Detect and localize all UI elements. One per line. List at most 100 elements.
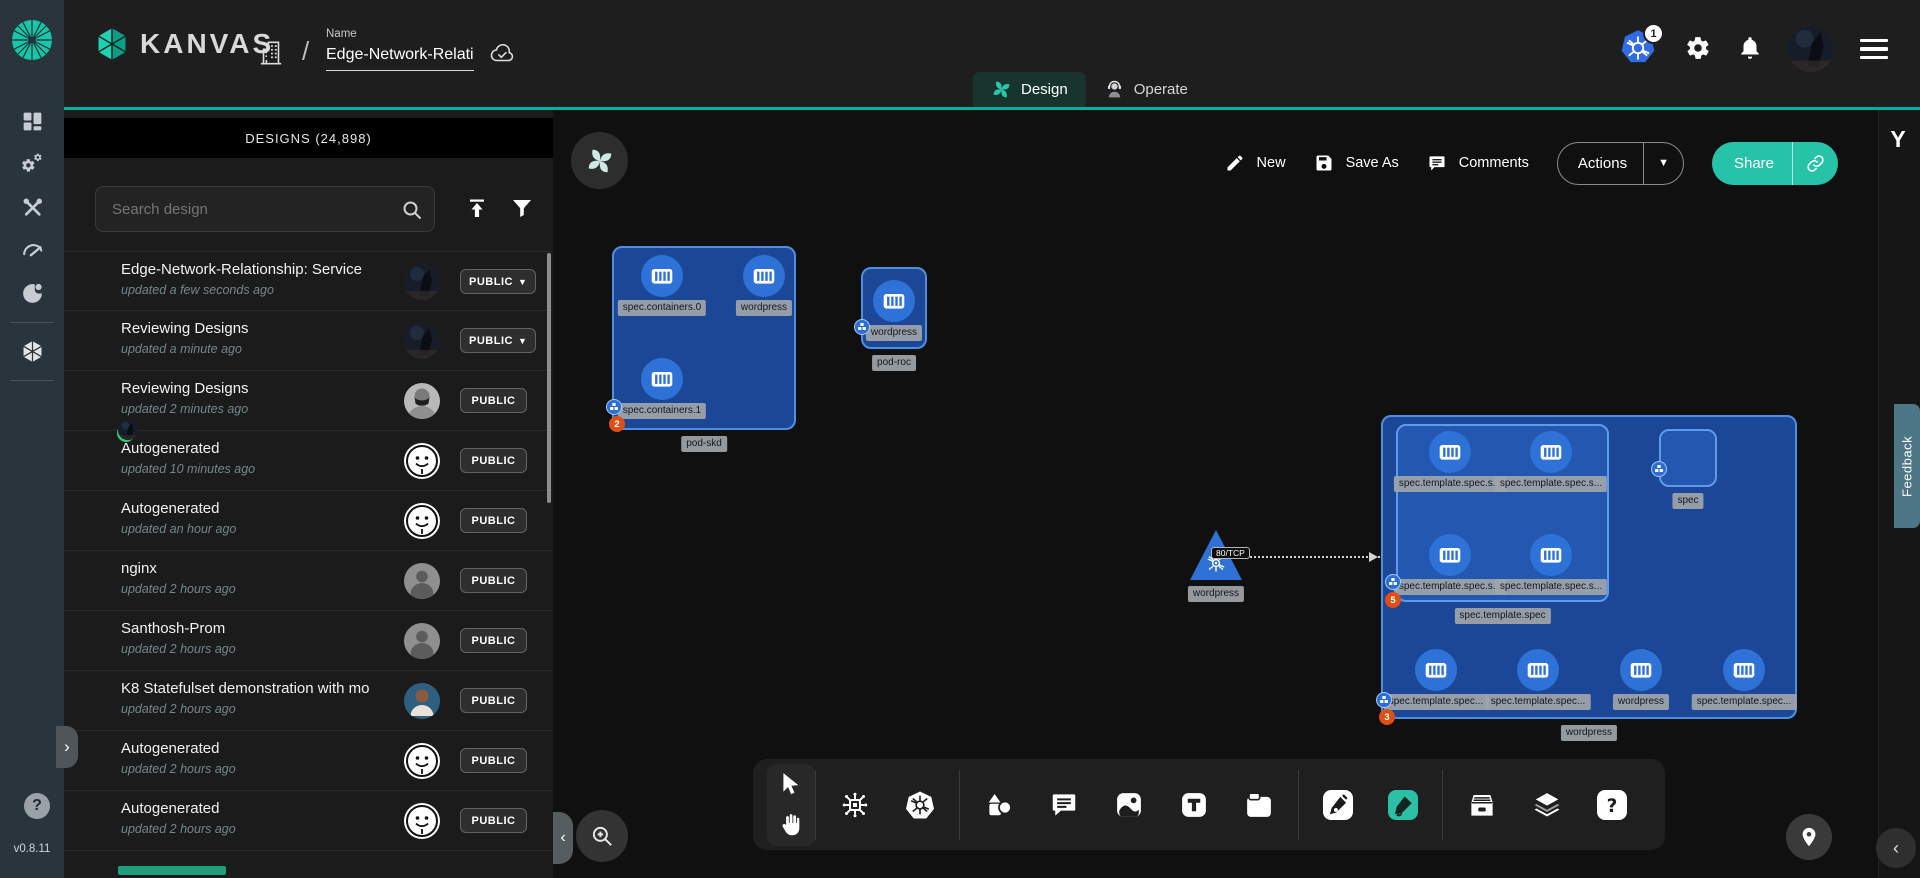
node-group-spec.template.spec[interactable] [1396,424,1609,602]
design-list-item[interactable]: Edge-Network-Relationship: Serviceupdate… [64,251,553,311]
design-list-item[interactable]: Autogeneratedupdated 2 hours agoPUBLIC [64,791,553,851]
draw-tool-button[interactable] [1387,789,1419,821]
save-as-button[interactable]: Save As [1314,153,1399,173]
zoom-in-button[interactable] [576,810,628,862]
component-tool-button[interactable] [839,789,871,821]
design-list-item[interactable]: Autogeneratedupdated 2 hours agoPUBLIC [64,731,553,791]
design-list-item[interactable]: Autogeneratedupdated 10 minutes agoPUBLI… [64,431,553,491]
layers-tool-button[interactable] [1531,789,1563,821]
collapse-panel-button[interactable]: ‹ [553,812,573,864]
help-tool-button[interactable]: ? [1596,789,1628,821]
visibility-badge[interactable]: PUBLIC [460,508,527,533]
expand-sidebar-button[interactable]: › [56,726,78,768]
container-node[interactable] [1429,431,1471,473]
visibility-badge[interactable]: PUBLIC [460,808,527,833]
visibility-badge[interactable]: PUBLIC [460,448,527,473]
import-design-button[interactable] [465,196,490,222]
tab-design[interactable]: Design [973,72,1086,107]
kubernetes-badge-icon[interactable] [1385,574,1401,590]
merge-flow-icon[interactable]: Y [1886,126,1910,154]
list-scrollbar[interactable] [547,253,551,503]
container-node[interactable] [1530,534,1572,576]
menu-button[interactable] [1858,37,1890,62]
sidebar-item-dashboard-icon[interactable] [0,100,64,143]
design-list-item[interactable]: nginxupdated 2 hours agoPUBLIC [64,551,553,611]
kanvas-logo-icon[interactable] [94,26,130,62]
kubernetes-badge-icon[interactable] [854,319,870,335]
design-list-item[interactable]: Santhosh-Promupdated 2 hours agoPUBLIC [64,611,553,671]
visibility-badge[interactable]: PUBLIC [460,748,527,773]
share-button[interactable]: Share [1712,142,1838,185]
new-design-button[interactable]: New [1225,153,1286,173]
sidebar-item-configuration-icon[interactable] [0,186,64,229]
chevron-down-icon[interactable]: ▼ [518,336,527,346]
user-avatar[interactable] [1788,26,1834,72]
sidebar-item-performance-icon[interactable] [0,229,64,272]
design-title: nginx [121,560,391,577]
container-node[interactable] [743,255,785,297]
kubernetes-badge-icon[interactable] [1376,692,1392,708]
settings-button[interactable] [1684,35,1712,63]
issue-count-badge[interactable]: 2 [609,416,625,432]
kubernetes-badge-icon[interactable] [606,399,622,415]
locate-button[interactable] [1786,814,1832,860]
visibility-badge[interactable]: PUBLIC▼ [460,269,536,294]
actions-dropdown-button[interactable]: Actions ▼ [1557,142,1684,185]
container-node[interactable] [1620,649,1662,691]
design-list-item[interactable]: Autogeneratedupdated an hour agoPUBLIC [64,491,553,551]
meshery-logo-icon[interactable] [10,18,54,62]
kubernetes-tool-button[interactable] [904,789,936,821]
sidebar-item-kanvas-icon[interactable] [0,330,64,373]
design-list-item[interactable]: Reviewing Designsupdated a minute agoPUB… [64,311,553,371]
search-input[interactable] [96,187,434,231]
pen-tool-button[interactable] [1322,789,1354,821]
comments-button[interactable]: Comments [1427,153,1529,173]
container-node[interactable] [641,255,683,297]
sidebar-item-lifecycle-icon[interactable] [0,143,64,186]
copy-link-icon[interactable] [1793,154,1838,173]
note-tool-button[interactable] [1243,789,1275,821]
search-icon[interactable] [400,198,424,222]
node-group-spec[interactable] [1659,429,1717,487]
kubernetes-context-button[interactable]: 1 [1618,28,1660,70]
kubernetes-badge-icon[interactable] [1651,461,1667,477]
help-button[interactable]: ? [24,793,50,819]
container-node[interactable] [1530,431,1572,473]
container-node[interactable] [1415,649,1457,691]
sidebar-item-extensions-icon[interactable] [0,272,64,315]
canvas-mode-button[interactable] [571,132,628,189]
chevron-down-icon[interactable]: ▼ [1644,157,1683,169]
design-canvas[interactable]: New Save As Comments Actions ▼ Share [553,110,1920,878]
service-edge[interactable] [1242,556,1380,558]
design-list-item[interactable]: K8 Statefulset demonstration with moupda… [64,671,553,731]
drawer-tool-button[interactable] [1466,789,1498,821]
issue-count-badge[interactable]: 5 [1385,592,1401,608]
chevron-down-icon[interactable]: ▼ [518,277,527,287]
container-node[interactable] [641,358,683,400]
visibility-badge[interactable]: PUBLIC [460,628,527,653]
tab-operate[interactable]: Operate [1086,72,1206,107]
notifications-button[interactable] [1736,35,1764,63]
cursor-tool-button[interactable] [775,768,807,800]
container-node[interactable] [1723,649,1765,691]
filter-designs-button[interactable] [510,196,535,222]
visibility-badge[interactable]: PUBLIC▼ [460,328,536,353]
left-nav-rail: › ? v0.8.11 [0,0,64,878]
issue-count-badge[interactable]: 3 [1379,709,1395,725]
visibility-badge[interactable]: PUBLIC [460,688,527,713]
hand-tool-button[interactable] [775,809,807,841]
comment-tool-button[interactable] [1048,789,1080,821]
container-node[interactable] [1517,649,1559,691]
design-name-input[interactable] [326,44,474,71]
collapse-dock-button[interactable]: ‹ [1876,828,1916,868]
organization-icon[interactable] [256,38,286,68]
shapes-tool-button[interactable] [983,789,1015,821]
text-tool-button[interactable] [1178,789,1210,821]
design-list-item[interactable]: Reviewing Designsupdated 2 minutes agoPU… [64,371,553,431]
visibility-badge[interactable]: PUBLIC [460,568,527,593]
feedback-tab[interactable]: Feedback [1894,404,1920,528]
container-node[interactable] [1429,534,1471,576]
visibility-badge[interactable]: PUBLIC [460,388,527,413]
container-node[interactable] [873,280,915,322]
image-tool-button[interactable] [1113,789,1145,821]
